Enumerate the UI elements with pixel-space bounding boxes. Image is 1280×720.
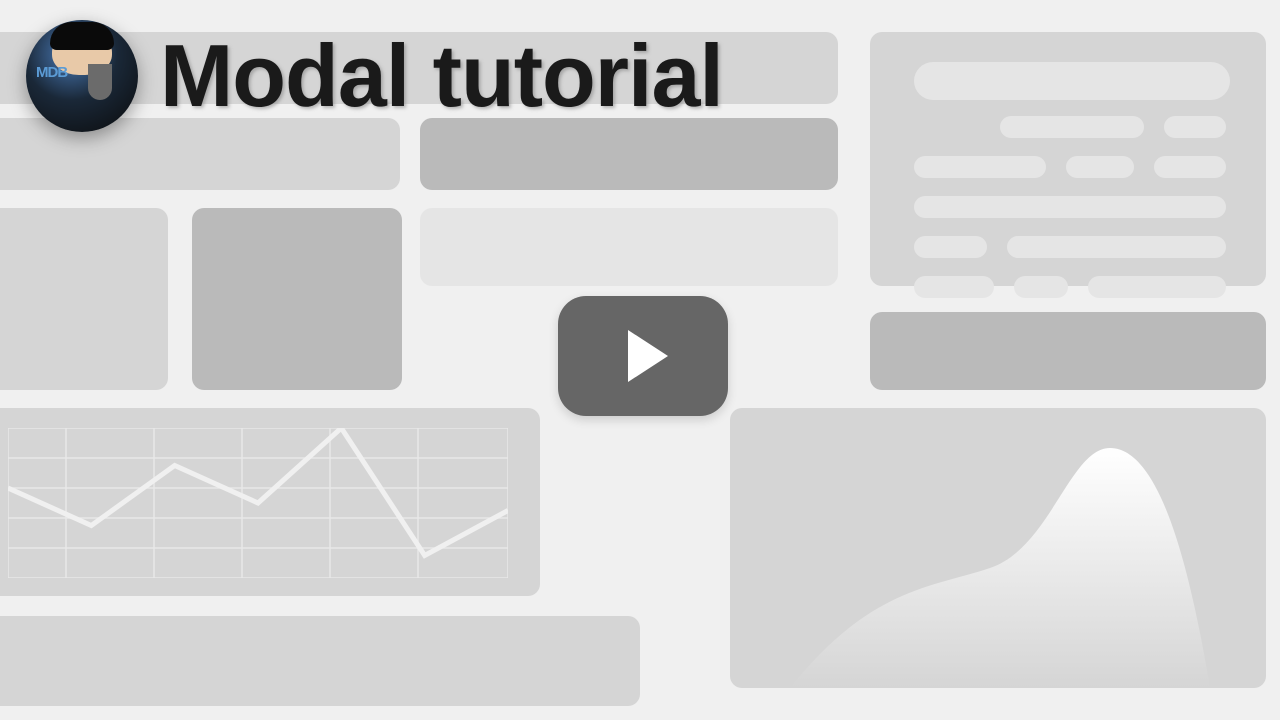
skeleton-line xyxy=(1164,116,1226,138)
placeholder-card-bottom xyxy=(0,616,640,706)
skeleton-line xyxy=(914,276,994,298)
skeleton-line xyxy=(1014,276,1068,298)
skeleton-line xyxy=(1000,116,1144,138)
skeleton-line xyxy=(1088,276,1226,298)
text-skeleton-lines xyxy=(910,58,1230,312)
skeleton-line xyxy=(914,156,1046,178)
page-title: Modal tutorial xyxy=(160,25,723,127)
placeholder-card-right-dark xyxy=(870,312,1266,390)
skeleton-line xyxy=(914,236,987,258)
avatar: MDB xyxy=(26,20,138,132)
skeleton-line xyxy=(1066,156,1134,178)
play-button[interactable] xyxy=(558,296,728,416)
skeleton-line xyxy=(1154,156,1226,178)
placeholder-card-small-dark xyxy=(192,208,402,390)
line-chart-icon xyxy=(8,428,508,578)
page-header: MDB Modal tutorial xyxy=(26,20,723,132)
skeleton-line xyxy=(914,196,1226,218)
placeholder-card-light-mid xyxy=(420,208,838,286)
play-icon xyxy=(628,330,668,382)
curve-chart-icon xyxy=(730,408,1266,688)
avatar-badge-text: MDB xyxy=(36,64,67,81)
placeholder-card-small-left xyxy=(0,208,168,390)
skeleton-line xyxy=(1007,236,1226,258)
skeleton-line xyxy=(914,62,1230,100)
